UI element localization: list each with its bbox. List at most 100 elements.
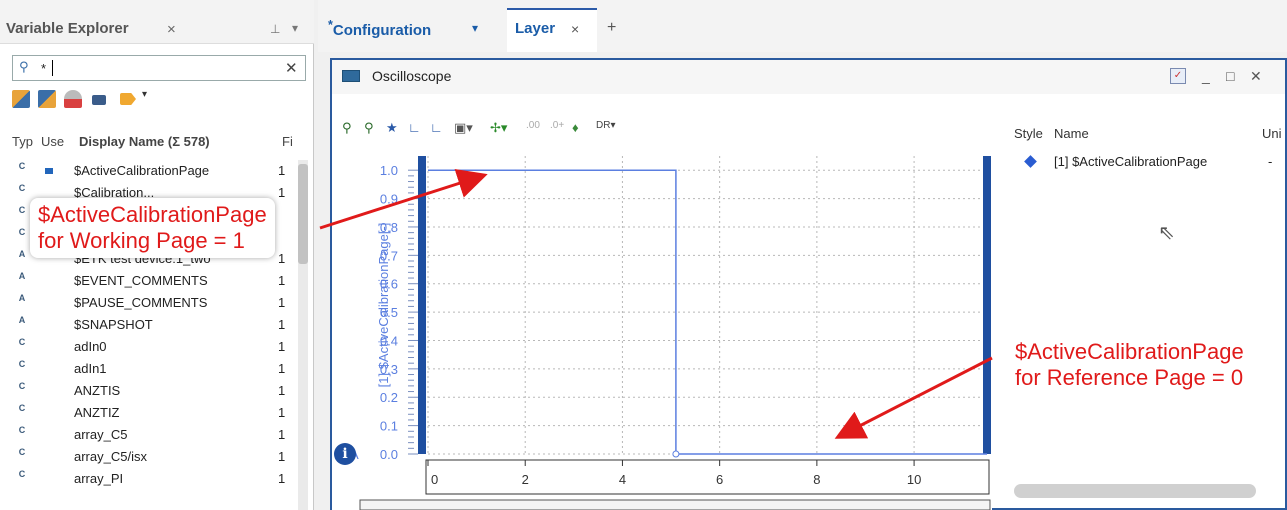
variable-fi: 1 — [278, 317, 286, 332]
tab-configuration-menu-icon[interactable]: ▾ — [472, 21, 478, 35]
filter-clear-icon[interactable] — [64, 90, 82, 108]
oscilloscope-window: Oscilloscope ✓ _ □ ✕ ⚲ ⚲ ★ ∟ ∟ ▣▾ ✢▾ .00… — [330, 58, 1287, 510]
table-row[interactable]: A $SNAPSHOT 1 — [0, 314, 300, 336]
type-calibration-icon: C — [18, 359, 26, 369]
tab-configuration[interactable]: *Configuration — [328, 18, 431, 39]
x-axis-box — [425, 459, 990, 495]
table-row[interactable]: C ANZTIZ 1 — [0, 402, 300, 424]
variable-fi: 1 — [278, 405, 286, 420]
tab-layer[interactable]: Layer × — [507, 8, 597, 52]
type-calibration-icon: C — [18, 183, 26, 193]
cursor-icon[interactable]: ✢▾ — [490, 120, 507, 136]
app-root: Variable Explorer × ⊥ ▾ ⚲ * ✕ ▾ Typ Use … — [0, 0, 1287, 510]
column-fi[interactable]: Fi — [282, 134, 293, 149]
offset-icon[interactable]: .0+ — [550, 120, 564, 131]
variable-explorer-close-button[interactable]: × — [167, 21, 176, 38]
variable-list-scrollbar[interactable] — [298, 160, 308, 510]
variable-fi: 1 — [278, 273, 286, 288]
working-page-callout: $ActiveCalibrationPage for Working Page … — [30, 198, 275, 258]
table-edit-icon[interactable] — [38, 90, 56, 108]
use-indicator — [45, 168, 53, 174]
type-calibration-icon: C — [18, 381, 26, 391]
table-row[interactable]: CadIn1 1 — [0, 358, 300, 380]
y-tick-label: 0.2 — [380, 390, 398, 405]
pane-menu-icon[interactable]: ▾ — [292, 21, 298, 35]
column-type[interactable]: Typ — [12, 134, 33, 149]
variable-name: ANZTIZ — [74, 405, 120, 420]
column-use[interactable]: Use — [41, 134, 64, 149]
table-row[interactable]: A $PAUSE_COMMENTS 1 — [0, 292, 300, 314]
search-input[interactable]: ⚲ * ✕ — [12, 55, 306, 81]
legend-header-style[interactable]: Style — [1014, 126, 1043, 141]
autoscale-icon[interactable]: ★ — [386, 120, 398, 136]
oscilloscope-toolbar: ⚲ ⚲ ★ ∟ ∟ ▣▾ ✢▾ .00 .0+ ♦ DR▾ — [342, 120, 722, 140]
pin-icon[interactable]: ⊥ — [270, 22, 280, 36]
axis-x-icon[interactable]: ∟ — [430, 120, 443, 135]
zoom-out-icon[interactable]: ⚲ — [364, 120, 374, 136]
table-row[interactable]: A $EVENT_COMMENTS 1 — [0, 270, 300, 292]
minimize-button[interactable]: _ — [1202, 68, 1210, 84]
x-tick-label: 10 — [907, 472, 921, 487]
table-add-icon[interactable] — [12, 90, 30, 108]
copy-icon[interactable]: ▣▾ — [454, 120, 473, 136]
close-button[interactable]: ✕ — [1250, 68, 1262, 85]
table-row[interactable]: Carray_C5 1 — [0, 424, 300, 446]
checklist-icon[interactable]: ✓ — [1170, 68, 1186, 84]
series-point — [672, 450, 680, 458]
legend-header-name[interactable]: Name — [1054, 126, 1089, 141]
add-tab-button[interactable]: + — [607, 19, 616, 37]
legend-header-unit[interactable]: Uni — [1262, 126, 1282, 141]
variable-name: array_C5 — [74, 427, 128, 442]
dr-menu-button[interactable]: DR▾ — [596, 120, 615, 131]
variable-fi: 1 — [278, 339, 286, 354]
variable-fi: 1 — [278, 163, 286, 178]
tab-configuration-label: Configuration — [332, 22, 432, 39]
tag-icon[interactable] — [120, 93, 136, 105]
oscilloscope-icon — [342, 70, 360, 82]
column-display-name[interactable]: Display Name (Σ 578) — [79, 134, 210, 149]
bottom-ruler — [359, 499, 991, 510]
x-tick-label: 6 — [716, 472, 723, 487]
clear-search-button[interactable]: ✕ — [285, 59, 298, 77]
mouse-cursor-icon: ⇖ — [1158, 222, 1175, 244]
y-axis-bar — [418, 156, 426, 454]
text-caret — [52, 60, 53, 76]
type-ascii-icon: A — [18, 293, 26, 303]
table-row[interactable]: Carray_C5/isx 1 — [0, 446, 300, 468]
tag-dropdown-icon[interactable]: ▾ — [142, 89, 147, 100]
type-calibration-icon: C — [18, 425, 26, 435]
variable-explorer-toolbar: ▾ — [12, 89, 302, 112]
variable-explorer-header: Variable Explorer × ⊥ ▾ — [0, 0, 314, 44]
table-row[interactable]: Carray_PI 1 — [0, 468, 300, 490]
table-row[interactable]: CadIn0 1 — [0, 336, 300, 358]
variable-fi: 1 — [278, 185, 286, 200]
variable-name: $SNAPSHOT — [74, 317, 153, 332]
dr-label: DR — [596, 120, 611, 131]
variable-name: $ActiveCalibrationPage — [74, 163, 210, 178]
scrollbar-thumb[interactable] — [298, 164, 308, 264]
variable-icon[interactable] — [92, 95, 106, 105]
variable-explorer-title: Variable Explorer — [6, 20, 129, 37]
info-icon[interactable]: i — [334, 443, 356, 465]
zoom-in-icon[interactable]: ⚲ — [342, 120, 352, 136]
tab-layer-close-button[interactable]: × — [571, 21, 579, 37]
table-row[interactable]: C $ActiveCalibrationPage 1 — [0, 160, 300, 182]
plot-area[interactable]: 0.0 0.1 0.2 0.3 0.4 0.5 0.6 0.7 0.8 0.9 1.0 [1] $Ac… — [332, 148, 992, 510]
value-icon[interactable]: .00 — [526, 120, 540, 131]
document-tabs: *Configuration ▾ Layer × + — [318, 0, 1287, 52]
x-tick-label: 0 — [431, 472, 438, 487]
variable-name: array_PI — [74, 471, 124, 486]
axis-y-icon[interactable]: ∟ — [408, 120, 421, 135]
y-tick-label: 0.0 — [380, 447, 398, 462]
table-row[interactable]: C ANZTIS 1 — [0, 380, 300, 402]
trigger-icon[interactable]: ♦ — [572, 120, 579, 135]
legend-series-name[interactable]: [1] $ActiveCalibrationPage — [1054, 154, 1207, 169]
search-input-value: * — [41, 61, 47, 76]
type-calibration-icon: C — [18, 161, 26, 171]
maximize-button[interactable]: □ — [1226, 68, 1234, 84]
right-axis-bar — [983, 156, 991, 454]
type-ascii-icon: A — [18, 271, 26, 281]
legend-horizontal-scrollbar[interactable] — [1014, 484, 1256, 498]
variable-fi: 1 — [278, 471, 286, 486]
x-tick-label: 8 — [813, 472, 820, 487]
